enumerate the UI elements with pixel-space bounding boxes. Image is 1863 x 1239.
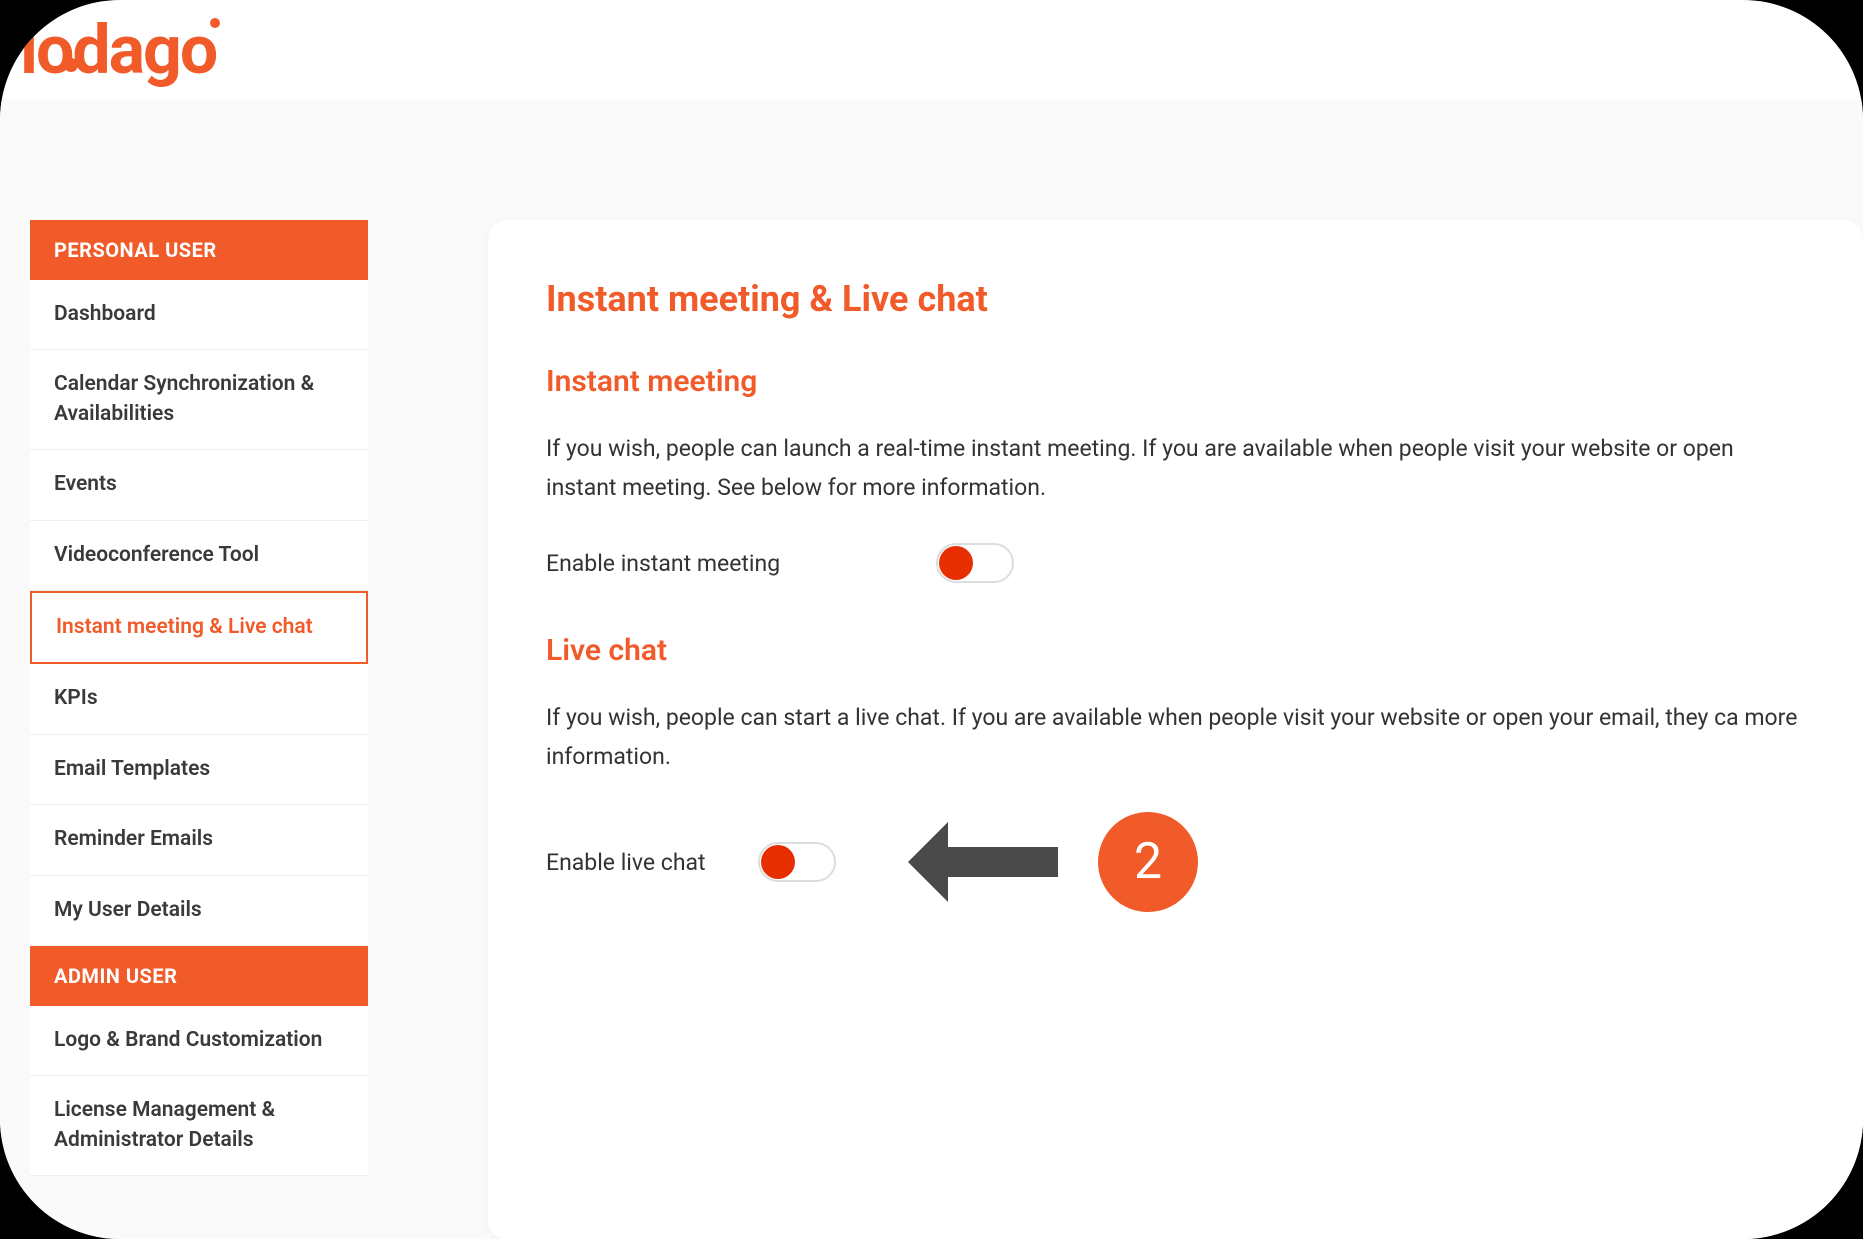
sidebar: PERSONAL USER Dashboard Calendar Synchro… (30, 220, 368, 1239)
toggle-knob-icon (939, 546, 973, 580)
sidebar-item-email-templates[interactable]: Email Templates (30, 735, 368, 805)
live-chat-section: Live chat If you wish, people can start … (546, 633, 1805, 912)
toggle-instant-meeting[interactable] (936, 543, 1014, 583)
toggle-knob-icon (761, 845, 795, 879)
sidebar-item-license-management[interactable]: License Management & Administrator Detai… (30, 1076, 368, 1176)
sidebar-item-events[interactable]: Events (30, 450, 368, 520)
app-viewport: lodago PERSONAL USER Dashboard Calendar … (0, 0, 1863, 1239)
toggle-row-instant-meeting: Enable instant meeting (546, 543, 1805, 583)
step-badge-number: 2 (1134, 833, 1162, 891)
sidebar-section-header-admin: ADMIN USER (30, 946, 368, 1006)
section-title-live-chat: Live chat (546, 633, 1805, 668)
section-title-instant-meeting: Instant meeting (546, 364, 1805, 399)
page-title: Instant meeting & Live chat (546, 278, 1805, 320)
sidebar-item-kpis[interactable]: KPIs (30, 664, 368, 734)
sidebar-item-calendar-sync[interactable]: Calendar Synchronization & Availabilitie… (30, 350, 368, 450)
section-description-live-chat: If you wish, people can start a live cha… (546, 698, 1805, 776)
sidebar-item-videoconference[interactable]: Videoconference Tool (30, 521, 368, 591)
sidebar-item-dashboard[interactable]: Dashboard (30, 280, 368, 350)
sidebar-item-reminder-emails[interactable]: Reminder Emails (30, 805, 368, 875)
logo-dot-icon (210, 18, 220, 28)
sidebar-section-header-personal: PERSONAL USER (30, 220, 368, 280)
toggle-row-live-chat: Enable live chat 2 (546, 812, 1805, 912)
section-description-instant-meeting: If you wish, people can launch a real-ti… (546, 429, 1805, 507)
instant-meeting-section: Instant meeting If you wish, people can … (546, 364, 1805, 583)
toggle-label-live-chat: Enable live chat (546, 849, 726, 876)
sidebar-item-instant-meeting[interactable]: Instant meeting & Live chat (30, 591, 368, 664)
main-panel: Instant meeting & Live chat Instant meet… (488, 220, 1863, 1239)
content-area: PERSONAL USER Dashboard Calendar Synchro… (0, 100, 1863, 1239)
app-header: lodago (0, 0, 1863, 100)
logo-dot-icon (64, 58, 78, 72)
sidebar-item-logo-brand[interactable]: Logo & Brand Customization (30, 1006, 368, 1076)
sidebar-item-user-details[interactable]: My User Details (30, 876, 368, 946)
step-badge: 2 (1098, 812, 1198, 912)
arrow-left-icon (898, 812, 1068, 912)
tutorial-annotation: 2 (898, 812, 1198, 912)
logo-text: lodago (20, 10, 216, 90)
toggle-label-instant-meeting: Enable instant meeting (546, 550, 816, 577)
logo: lodago (20, 10, 216, 90)
toggle-live-chat[interactable] (758, 842, 836, 882)
